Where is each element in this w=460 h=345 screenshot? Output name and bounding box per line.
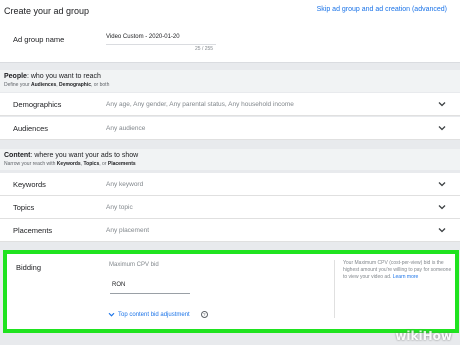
skip-ad-group-link[interactable]: Skip ad group and ad creation (advanced)	[317, 6, 447, 13]
top-content-bid-adjustment-toggle[interactable]: Top content bid adjustment ?	[108, 311, 208, 318]
max-cpv-bid-label: Maximum CPV bid	[109, 262, 159, 268]
max-cpv-bid-underline	[110, 293, 190, 294]
audiences-label: Audiences	[13, 124, 49, 133]
chevron-down-icon	[108, 312, 115, 317]
demographics-value: Any age, Any gender, Any parental status…	[106, 101, 294, 108]
people-section-header: People: who you want to reach Define you…	[0, 70, 460, 92]
people-subtitle: Define your Audiences, Demographic, or b…	[4, 82, 110, 88]
placements-value: Any placement	[106, 227, 149, 234]
content-section-header: Content: where you want your ads to show…	[0, 149, 460, 170]
keywords-value: Any keyword	[106, 181, 144, 188]
ad-group-name-label: Ad group name	[13, 35, 65, 44]
learn-more-link[interactable]: Learn more	[393, 274, 419, 280]
max-cpv-bid-input[interactable]: RON	[112, 282, 125, 288]
people-title: People: who you want to reach	[4, 73, 101, 80]
bidding-section: Bidding Maximum CPV bid RON Top content …	[3, 250, 459, 333]
bid-help-text: Your Maximum CPV (cost-per-view) bid is …	[343, 260, 452, 280]
bidding-label: Bidding	[16, 263, 42, 272]
keywords-row[interactable]: Keywords Any keyword	[0, 173, 460, 196]
content-subtitle: Narrow your reach with Keywords, Topics,…	[4, 161, 136, 167]
chevron-down-icon[interactable]	[438, 101, 446, 107]
demographics-label: Demographics	[13, 100, 62, 109]
chevron-down-icon[interactable]	[438, 125, 446, 131]
topics-value: Any topic	[106, 204, 133, 211]
watermark: wikiHow	[395, 329, 452, 343]
content-title: Content: where you want your ads to show	[4, 152, 139, 159]
ad-group-name-underline	[106, 44, 216, 45]
placements-label: Placements	[13, 226, 53, 235]
demographics-row[interactable]: Demographics Any age, Any gender, Any pa…	[0, 93, 460, 116]
placements-row[interactable]: Placements Any placement	[0, 219, 460, 242]
ad-group-name-counter: 25 / 255	[195, 46, 214, 52]
chevron-down-icon[interactable]	[438, 227, 446, 233]
audiences-value: Any audience	[106, 125, 146, 132]
audiences-row[interactable]: Audiences Any audience	[0, 117, 460, 140]
keywords-label: Keywords	[13, 180, 46, 189]
chevron-down-icon[interactable]	[438, 204, 446, 210]
top-content-bid-adjustment-label: Top content bid adjustment	[118, 311, 190, 318]
topics-row[interactable]: Topics Any topic	[0, 196, 460, 219]
help-icon[interactable]: ?	[200, 311, 208, 318]
bid-help-divider	[334, 260, 335, 318]
create-ad-group-card: Create your ad group Skip ad group and a…	[0, 0, 460, 63]
page-title: Create your ad group	[4, 6, 90, 16]
ad-group-name-input[interactable]: Video Custom - 2020-01-20	[106, 34, 180, 40]
chevron-down-icon[interactable]	[438, 181, 446, 187]
topics-label: Topics	[13, 203, 35, 212]
